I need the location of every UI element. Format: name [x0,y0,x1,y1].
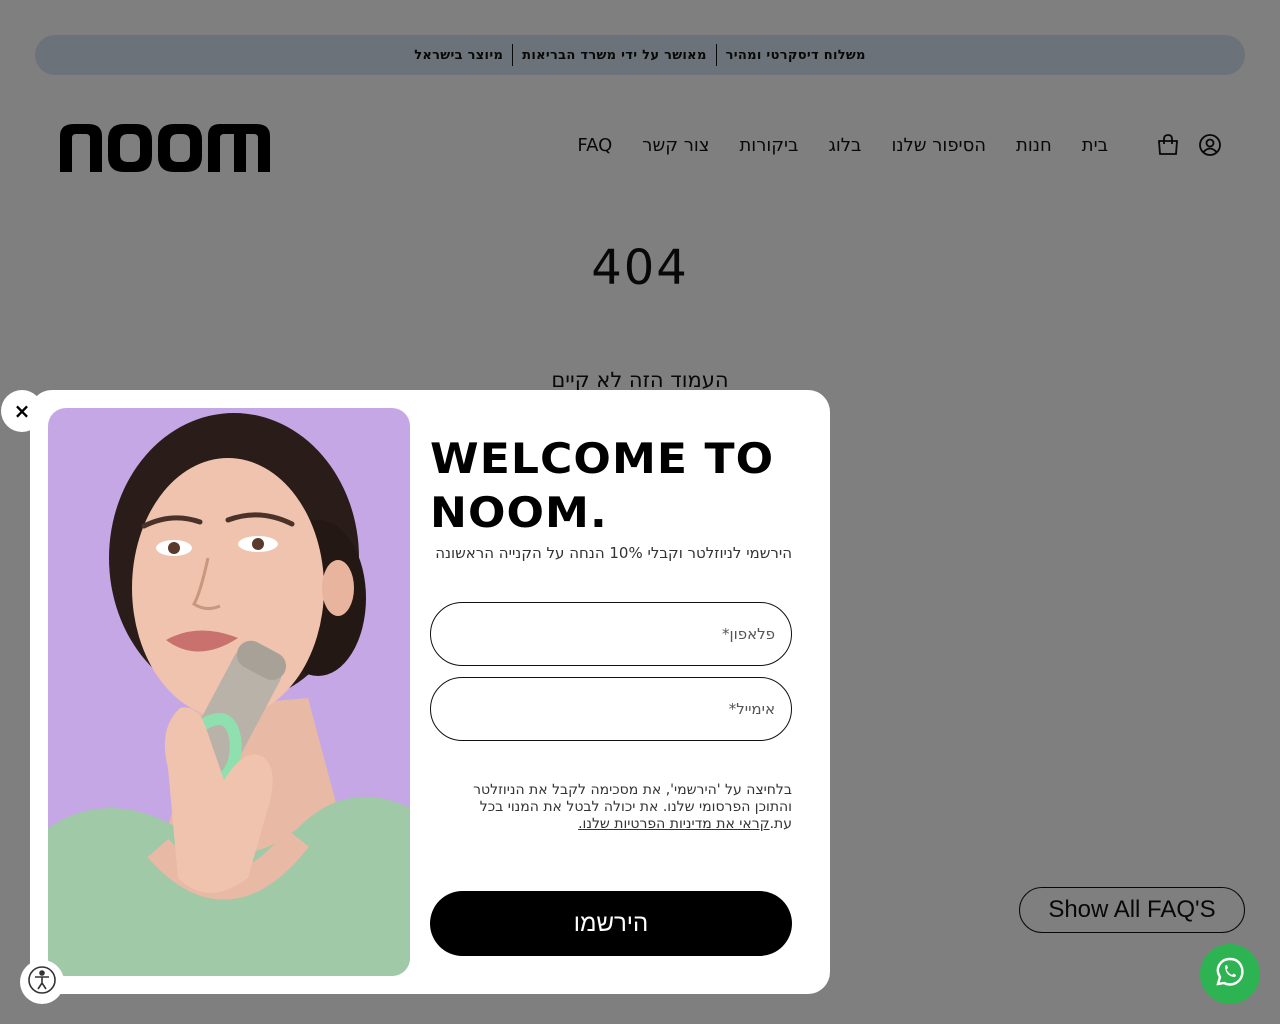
close-popup-button[interactable]: × [1,390,43,432]
close-icon: × [13,399,31,423]
whatsapp-button[interactable] [1200,944,1260,1004]
consent-text: בלחיצה על 'הירשמי', את מסכימה לקבל את הנ… [440,782,792,833]
popup-title: WELCOME TO NOOM. [430,434,775,537]
phone-input[interactable] [430,602,792,666]
accessibility-button[interactable] [20,960,64,1004]
accessibility-icon [27,965,57,999]
email-input[interactable] [430,677,792,741]
subscribe-button[interactable]: הירשמו [430,891,792,956]
popup-subtitle: הירשמי לניוזלטר וקבלי 10% הנחה על הקנייה… [435,544,792,562]
privacy-policy-link[interactable]: קראי את מדיניות הפרטיות שלנו. [578,816,769,832]
promo-image [48,408,410,976]
newsletter-popup: WELCOME TO NOOM. הירשמי לניוזלטר וקבלי 1… [30,390,830,994]
whatsapp-icon [1212,954,1248,994]
